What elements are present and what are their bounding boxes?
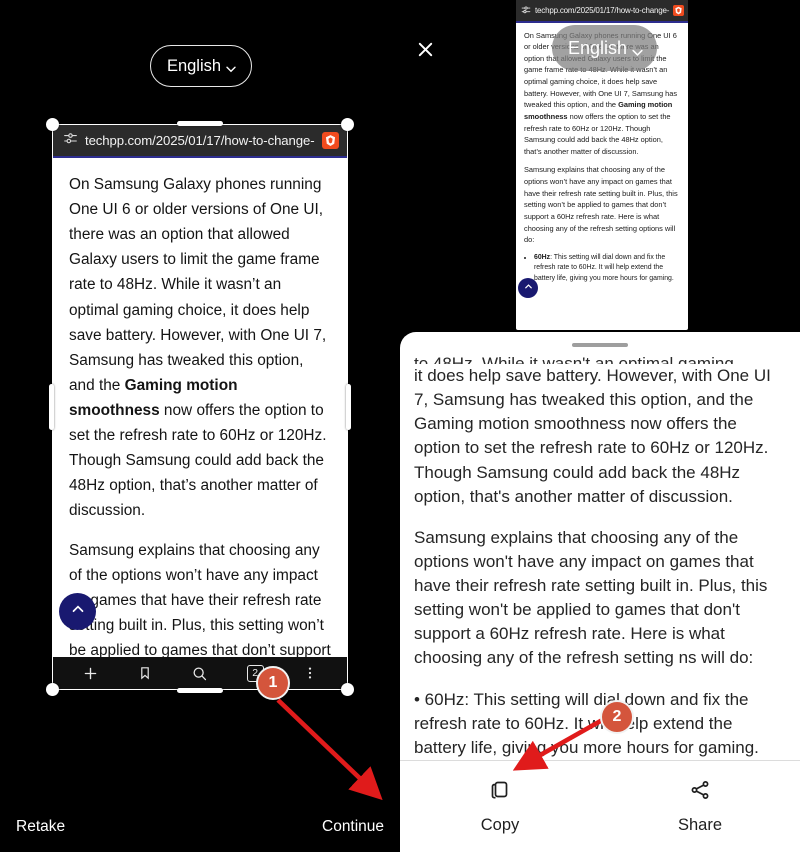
clipped-first-line: to 48Hz. While it wasn't an optimal gami… [414, 354, 734, 364]
crop-handle-top-left[interactable] [46, 118, 59, 131]
bullet-bold-term: 60Hz [534, 253, 551, 261]
article-content: On Samsung Galaxy phones running One UI … [53, 158, 347, 670]
chevron-up-icon [523, 279, 534, 297]
chevron-down-icon [225, 61, 236, 73]
crop-edge-handle-left[interactable] [49, 384, 54, 430]
p1-part-a: On Samsung Galaxy phones running One UI … [69, 176, 327, 394]
crop-handle-bottom-left[interactable] [46, 683, 59, 696]
share-icon [688, 778, 712, 807]
language-selector-overlay[interactable]: English [552, 25, 657, 71]
scroll-to-top-button[interactable] [59, 593, 96, 630]
language-selector-button[interactable]: English [150, 45, 252, 87]
url-text: techpp.com/2025/01/17/how-to-change- [535, 6, 670, 15]
article-paragraph-1: On Samsung Galaxy phones running One UI … [69, 172, 331, 524]
page-settings-icon [521, 2, 531, 20]
retake-button[interactable]: Retake [16, 818, 65, 836]
copy-icon [488, 778, 512, 807]
browser-bottom-toolbar: 2 [53, 657, 347, 689]
chevron-down-icon [631, 43, 643, 56]
crop-handle-bottom-right[interactable] [341, 683, 354, 696]
extracted-paragraph-3: • 60Hz: This setting will dial down and … [414, 689, 759, 757]
preview-bullet-list: 60Hz: This setting will dial down and fi… [534, 253, 680, 285]
copy-label: Copy [480, 816, 520, 834]
screen-root: English techpp.com/2025/01/17/how-to-cha… [0, 0, 800, 852]
bullet-text: : This setting will dial down and fix th… [534, 253, 674, 283]
list-item: 60Hz: This setting will dial down and fi… [534, 253, 680, 285]
language-selector-overlay-label: English [567, 37, 628, 58]
chevron-up-icon [69, 600, 87, 623]
brave-lion-icon[interactable] [321, 132, 339, 149]
scroll-to-top-button [518, 277, 538, 298]
extracted-text-sheet: to 48Hz. While it wasn't an optimal gami… [400, 332, 800, 852]
search-icon[interactable] [191, 665, 208, 682]
page-settings-icon[interactable] [63, 131, 78, 151]
crop-handle-top-right[interactable] [341, 118, 354, 131]
crop-edge-handle-right[interactable] [346, 384, 351, 430]
sheet-action-bar: Copy Share [400, 760, 800, 852]
step-badge-2: 2 [600, 700, 634, 734]
close-icon[interactable] [412, 36, 438, 62]
step-1-arrow [276, 698, 383, 801]
language-selector-label: English [166, 56, 222, 75]
share-label: Share [677, 816, 723, 834]
browser-url-bar[interactable]: techpp.com/2025/01/17/how-to-change- [53, 125, 347, 156]
crop-selection[interactable]: techpp.com/2025/01/17/how-to-change- On … [46, 118, 354, 696]
extracted-text-body[interactable]: to 48Hz. While it wasn't an optimal gami… [400, 352, 800, 760]
extracted-paragraph-1: it does help save battery. However, with… [414, 366, 771, 506]
article-paragraph-2: Samsung explains that choosing any of th… [69, 541, 331, 670]
drag-handle-icon[interactable] [572, 343, 628, 347]
share-button[interactable]: Share [600, 761, 800, 852]
preview-url-bar: techpp.com/2025/01/17/how-to-change- [516, 0, 688, 21]
brave-lion-icon [673, 5, 685, 16]
bookmark-icon[interactable] [137, 665, 153, 681]
extracted-paragraph-2: Samsung explains that choosing any of th… [414, 527, 768, 668]
copy-button[interactable]: Copy [400, 761, 600, 852]
crop-edge-handle-top[interactable] [177, 121, 223, 126]
more-vertical-icon[interactable] [302, 665, 318, 681]
crop-frame: techpp.com/2025/01/17/how-to-change- On … [52, 124, 348, 690]
continue-button[interactable]: Continue [322, 818, 384, 836]
plus-icon[interactable] [82, 665, 99, 682]
crop-edge-handle-bottom[interactable] [177, 688, 223, 693]
url-text: techpp.com/2025/01/17/how-to-change- [85, 133, 315, 148]
p1-part-b: now offers the option to set the refresh… [69, 401, 327, 520]
step-badge-1: 1 [256, 666, 290, 700]
preview-paragraph-2: Samsung explains that choosing any of th… [524, 165, 678, 245]
